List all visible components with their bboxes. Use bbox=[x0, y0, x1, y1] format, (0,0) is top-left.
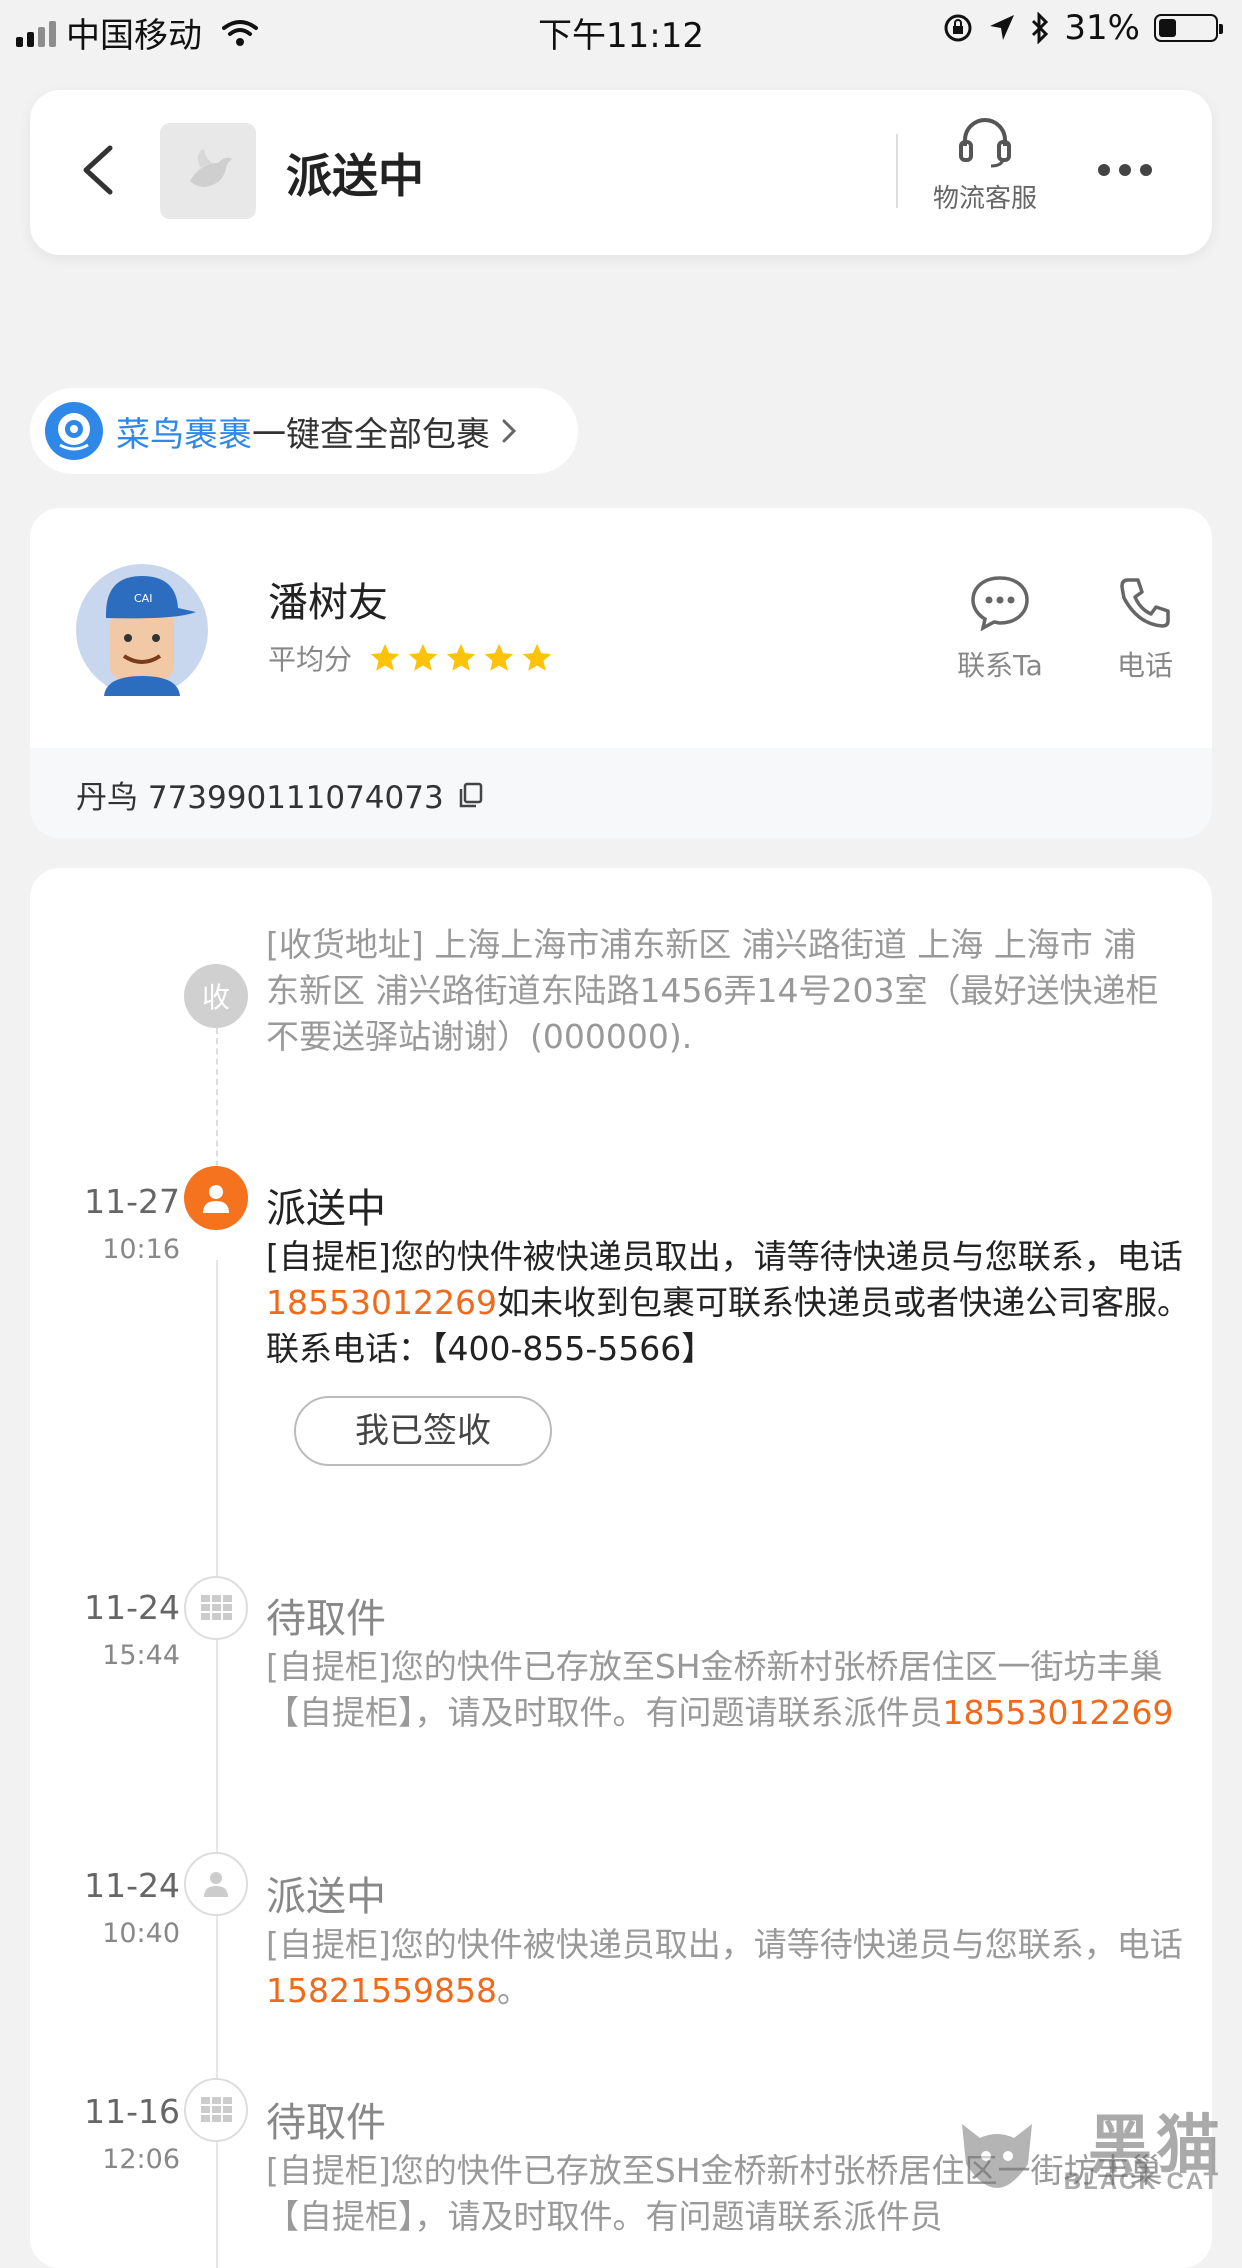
timeline-card: 收 [收货地址] 上海上海市浦东新区 浦兴路街道 上海 上海市 浦东新区 浦兴路… bbox=[30, 868, 1212, 2268]
rating-stars bbox=[368, 641, 554, 675]
customer-service-label: 物流客服 bbox=[932, 184, 1037, 214]
watermark-subtext: BLACK CAT bbox=[1063, 2168, 1220, 2195]
avatar: CAI bbox=[76, 564, 208, 696]
bluetooth-icon bbox=[1032, 12, 1049, 44]
phone-icon bbox=[1120, 578, 1170, 628]
event-desc-text: 。 bbox=[496, 1971, 530, 2010]
courier-rating: 平均分 bbox=[268, 638, 554, 678]
watermark: 黑猫 BLACK CAT bbox=[942, 2094, 1232, 2204]
star-icon bbox=[446, 643, 476, 671]
chat-icon bbox=[971, 576, 1029, 632]
event-status: 待取件 bbox=[266, 2100, 386, 2146]
event-desc-text: [自提柜]您的快件被快递员取出，请等待快递员与您联系，电话 bbox=[266, 1237, 1183, 1276]
cainiao-slogan: 一键查全部包裹 bbox=[252, 414, 490, 455]
tracking-bar: 丹鸟 773990111074073 bbox=[30, 748, 1212, 838]
tracking-text: 丹鸟 773990111074073 bbox=[76, 780, 444, 816]
courier-phone-link[interactable]: 15821559858 bbox=[266, 1971, 497, 2010]
cainiao-icon bbox=[45, 402, 103, 460]
battery-icon bbox=[1154, 14, 1223, 42]
chevron-right-icon bbox=[502, 419, 517, 443]
contact-label: 联系Ta bbox=[957, 649, 1043, 682]
event-description: [自提柜]您的快件被快递员取出，请等待快递员与您联系，电话 15821559858… bbox=[266, 1922, 1196, 2014]
battery-fill bbox=[1159, 19, 1176, 37]
battery-percent: 31% bbox=[1064, 8, 1140, 48]
event-status-dot bbox=[184, 1852, 248, 1916]
header-divider bbox=[896, 134, 898, 208]
event-time: 12:06 bbox=[102, 2144, 180, 2175]
confirm-receipt-button[interactable]: 我已签收 bbox=[294, 1396, 552, 1466]
courier-card: CAI 潘树友 平均分 联系Ta 电话 丹鸟 773990111074073 bbox=[30, 508, 1212, 838]
rotation-lock-icon bbox=[944, 14, 972, 42]
cainiao-banner[interactable]: 菜鸟裹裹一键查全部包裹 bbox=[30, 388, 578, 474]
event-date: 11-24 bbox=[84, 1588, 180, 1627]
rating-label: 平均分 bbox=[268, 643, 353, 676]
event-status: 待取件 bbox=[266, 1596, 386, 1642]
event-description: [自提柜]您的快件已存放至SH金桥新村张桥居住区一街坊丰巢【自提柜】，请及时取件… bbox=[266, 1644, 1196, 1736]
page-title: 派送中 bbox=[286, 149, 424, 203]
locker-icon bbox=[201, 1595, 232, 1620]
header-card: 派送中 物流客服 bbox=[30, 90, 1212, 255]
watermark-cat-icon bbox=[962, 2124, 1032, 2188]
event-date: 11-27 bbox=[84, 1182, 180, 1221]
event-desc-text: [自提柜]您的快件被快递员取出，请等待快递员与您联系，电话 bbox=[266, 1925, 1183, 1964]
headset-icon bbox=[959, 118, 1011, 168]
star-icon bbox=[370, 643, 400, 671]
event-status: 派送中 bbox=[266, 1874, 386, 1920]
courier-logo bbox=[160, 123, 256, 219]
star-icon bbox=[484, 643, 514, 671]
phone-label: 电话 bbox=[1116, 649, 1173, 682]
event-date: 11-16 bbox=[84, 2092, 180, 2131]
back-icon[interactable] bbox=[70, 140, 130, 200]
event-description: [自提柜]您的快件被快递员取出，请等待快递员与您联系，电话 18553012269… bbox=[266, 1234, 1196, 1372]
location-icon bbox=[990, 15, 1015, 40]
event-date: 11-24 bbox=[84, 1866, 180, 1905]
event-time: 10:16 bbox=[102, 1234, 180, 1265]
cainiao-brand: 菜鸟裹裹 bbox=[116, 414, 252, 455]
event-time: 15:44 bbox=[102, 1640, 180, 1671]
status-right: 31% bbox=[942, 8, 1223, 48]
event-status: 派送中 bbox=[266, 1186, 386, 1232]
event-status-dot bbox=[184, 1576, 248, 1640]
contact-courier-button[interactable]: 联系Ta bbox=[950, 574, 1050, 684]
star-icon bbox=[522, 643, 552, 671]
star-icon bbox=[408, 643, 438, 671]
event-status-dot bbox=[184, 2078, 248, 2142]
address-badge: 收 bbox=[184, 964, 248, 1028]
tracking-number: 丹鸟 773990111074073 bbox=[76, 772, 486, 817]
more-icon[interactable] bbox=[1090, 140, 1160, 200]
event-status-dot bbox=[184, 1166, 248, 1230]
event-time: 10:40 bbox=[102, 1918, 180, 1949]
call-courier-button[interactable]: 电话 bbox=[1090, 574, 1200, 684]
courier-phone-link[interactable]: 18553012269 bbox=[266, 1283, 497, 1322]
status-bar: 中国移动 下午11:12 31% bbox=[0, 0, 1242, 60]
cainiao-text: 菜鸟裹裹一键查全部包裹 bbox=[116, 407, 490, 456]
logo-icon bbox=[190, 149, 232, 187]
avatar-cap-text: CAI bbox=[134, 592, 152, 605]
courier-name: 潘树友 bbox=[268, 580, 388, 626]
delivery-address: [收货地址] 上海上海市浦东新区 浦兴路街道 上海 上海市 浦东新区 浦兴路街道… bbox=[266, 925, 1159, 1056]
person-icon bbox=[203, 1185, 229, 1213]
courier-phone-link[interactable]: 18553012269 bbox=[943, 1693, 1174, 1732]
copy-icon[interactable] bbox=[456, 780, 486, 810]
person-icon bbox=[204, 1872, 228, 1897]
locker-icon bbox=[201, 2097, 232, 2122]
customer-service-button[interactable]: 物流客服 bbox=[920, 114, 1050, 215]
